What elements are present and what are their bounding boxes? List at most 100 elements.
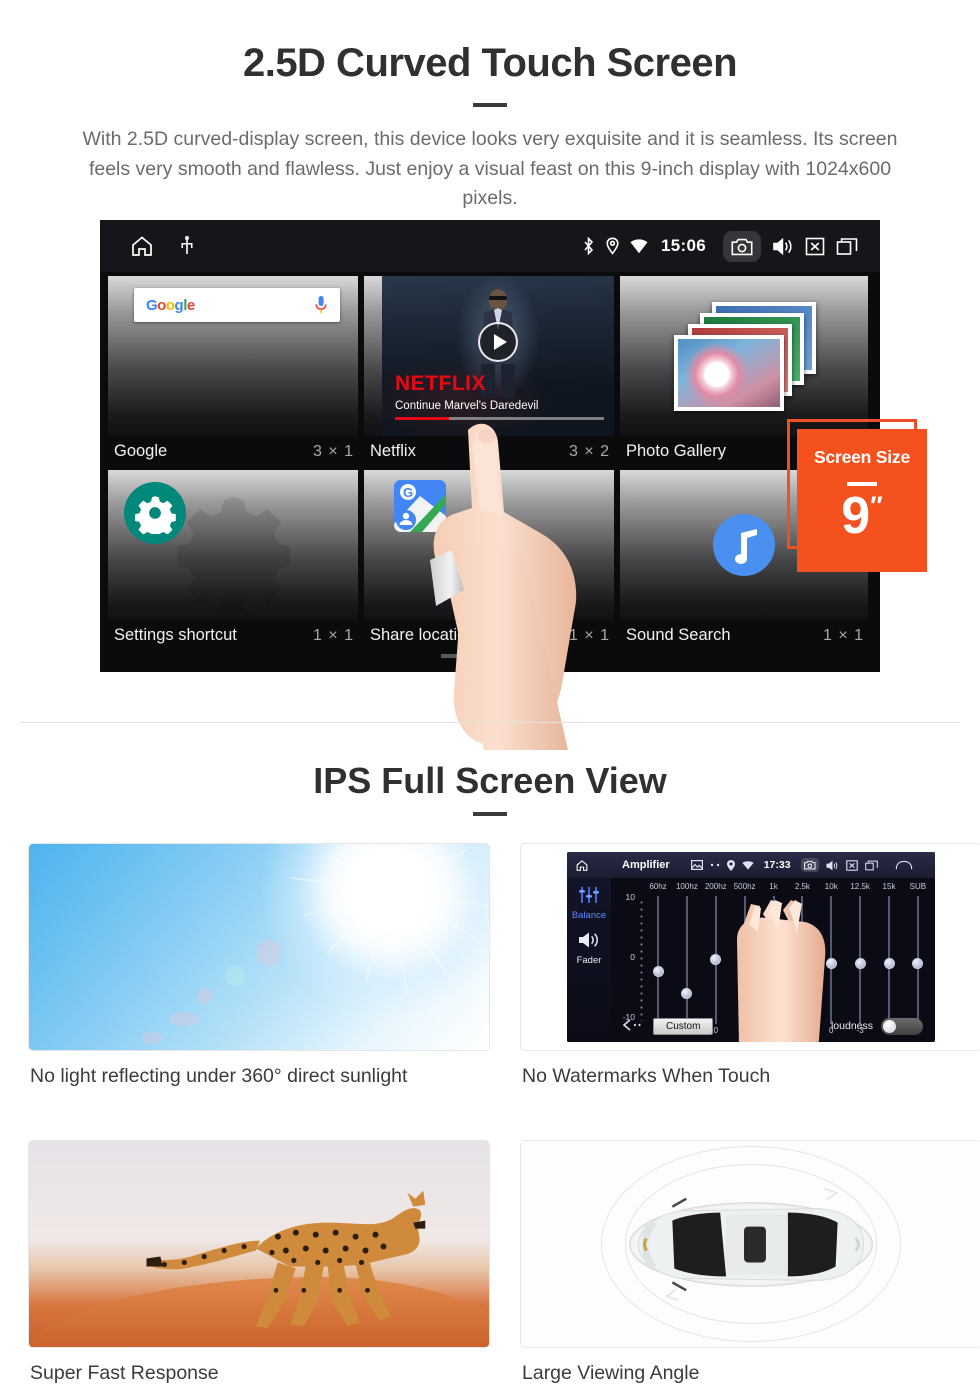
android-home-screen: 15:06 Google Google 3 × 1 NETFLIX Contin… [100,220,880,672]
lens-flare [225,966,245,986]
sidebar-label-fader: Fader [576,955,602,966]
eq-slider[interactable] [905,896,931,1024]
page-indicator[interactable] [108,654,872,658]
location-icon [726,859,735,871]
badge-underline [847,482,877,486]
status-bar-clock: 15:06 [661,236,706,255]
eq-slider[interactable] [645,896,671,1024]
loudness-control[interactable]: loudness [830,1017,923,1035]
google-search-widget[interactable]: Google [134,288,340,322]
badge-label: Screen Size [813,447,911,467]
amplifier-bottom-bar: Custom loudness [611,1014,935,1038]
feature-caption: Large Viewing Angle [522,1362,700,1384]
feature-image [28,1140,490,1348]
netflix-widget[interactable]: NETFLIX Continue Marvel's Daredevil [382,276,614,436]
status-bar: 15:06 [100,220,880,272]
widget-share-location[interactable]: G Share location 1 × 1 [364,470,614,649]
feature-image: Amplifier 17:33 Balance Fader 60hz 100hz… [520,843,980,1051]
back-arrow-icon[interactable] [622,1018,643,1034]
amplifier-clock: 17:33 [763,859,791,871]
location-icon [606,237,619,255]
page-dot-active[interactable] [513,654,539,658]
recent-apps-icon[interactable] [864,860,878,871]
widget-google[interactable]: Google Google 3 × 1 [108,276,358,465]
feature-viewing-angle: Large Viewing Angle [520,1140,980,1385]
lens-flare [169,1012,199,1026]
band-label: SUB [909,882,927,891]
scale-mid: 0 [630,952,635,962]
feature-caption: No light reflecting under 360° direct su… [30,1065,408,1087]
device-screen-illustration: 15:06 Google Google 3 × 1 NETFLIX Contin… [0,220,980,750]
feature-no-watermarks: Amplifier 17:33 Balance Fader 60hz 100hz… [520,843,980,1088]
car-graphic [629,1188,873,1301]
widget-label: Google [114,442,168,460]
sidebar-item-fader[interactable]: Fader [567,931,611,966]
back-icon[interactable] [895,860,913,871]
widget-row-1: Google Google 3 × 1 NETFLIX Continue Mar… [108,276,872,465]
gear-icon[interactable] [124,482,186,544]
wifi-icon [741,860,754,870]
widget-settings-shortcut[interactable]: Settings shortcut 1 × 1 [108,470,358,649]
volume-icon[interactable] [772,237,794,256]
band-label: 500hz [733,882,756,891]
home-icon[interactable] [130,234,154,258]
camera-icon[interactable] [723,230,761,262]
home-icon[interactable] [575,859,589,872]
loudness-label: loudness [830,1020,873,1032]
feature-fast-response: Super Fast Response [28,1140,490,1385]
widget-row-2: Settings shortcut 1 × 1 G Share location… [108,470,872,649]
widget-label: Photo Gallery [626,442,726,460]
feature-caption: Super Fast Response [30,1362,219,1384]
widget-netflix[interactable]: NETFLIX Continue Marvel's Daredevil Netf… [364,276,614,465]
eq-slider[interactable] [876,896,902,1024]
netflix-subtitle: Continue Marvel's Daredevil [395,400,539,412]
sidebar-item-balance[interactable]: Balance [567,886,611,921]
speaker-icon [579,932,598,948]
preset-custom-button[interactable]: Custom [653,1017,714,1035]
camera-icon[interactable] [800,858,819,872]
eq-slider[interactable] [674,896,700,1024]
section-divider [20,722,960,723]
microphone-icon[interactable] [314,295,328,315]
recent-apps-icon[interactable] [836,237,858,256]
widget-size: 3 × 2 [568,442,610,460]
widget-label: Share location [370,626,476,644]
equalizer-band-labels: 60hz 100hz 200hz 500hz 1k 2.5k 10k 12.5k [645,882,931,891]
section2-underline [473,812,507,816]
loudness-toggle[interactable] [881,1017,923,1035]
widget-label: Sound Search [626,626,731,644]
google-maps-icon[interactable]: G [394,480,446,532]
screen-size-badge: Screen Size 9″ [797,429,927,572]
band-label: 60hz [649,882,667,891]
eq-slider[interactable] [703,896,729,1024]
widget-label: Netflix [370,442,416,460]
band-label: 1k [769,882,778,891]
gallery-icon[interactable] [690,860,703,870]
feature-image [520,1140,980,1348]
page-dot[interactable] [477,654,503,658]
band-label: 15k [882,882,896,891]
svg-text:G: G [403,485,413,500]
band-label: 100hz [675,882,698,891]
play-button[interactable] [478,322,518,362]
sliders-icon [579,887,599,903]
feature-row-2: Super Fast Response Large Viewing Angle [0,1140,980,1385]
usb-icon[interactable] [180,236,194,256]
close-box-icon[interactable] [845,859,858,871]
widget-size: 3 × 1 [312,442,354,460]
photo-gallery-widget [664,302,824,411]
cheetah-silhouette [146,1190,426,1329]
amplifier-sidebar: Balance Fader [567,878,611,1042]
volume-icon[interactable] [825,860,839,871]
close-box-icon[interactable] [805,237,825,256]
widget-label: Settings shortcut [114,626,237,644]
lens-flare [256,940,282,966]
feature-caption: No Watermarks When Touch [522,1065,771,1087]
page-description: With 2.5D curved-display screen, this de… [82,128,898,210]
eq-slider[interactable] [847,896,873,1024]
feature-row-1: No light reflecting under 360° direct su… [0,843,980,1088]
band-label: 12.5k [850,882,870,891]
netflix-brand: NETFLIX [395,372,486,395]
music-note-icon[interactable] [713,514,775,576]
page-dot[interactable] [441,654,467,658]
